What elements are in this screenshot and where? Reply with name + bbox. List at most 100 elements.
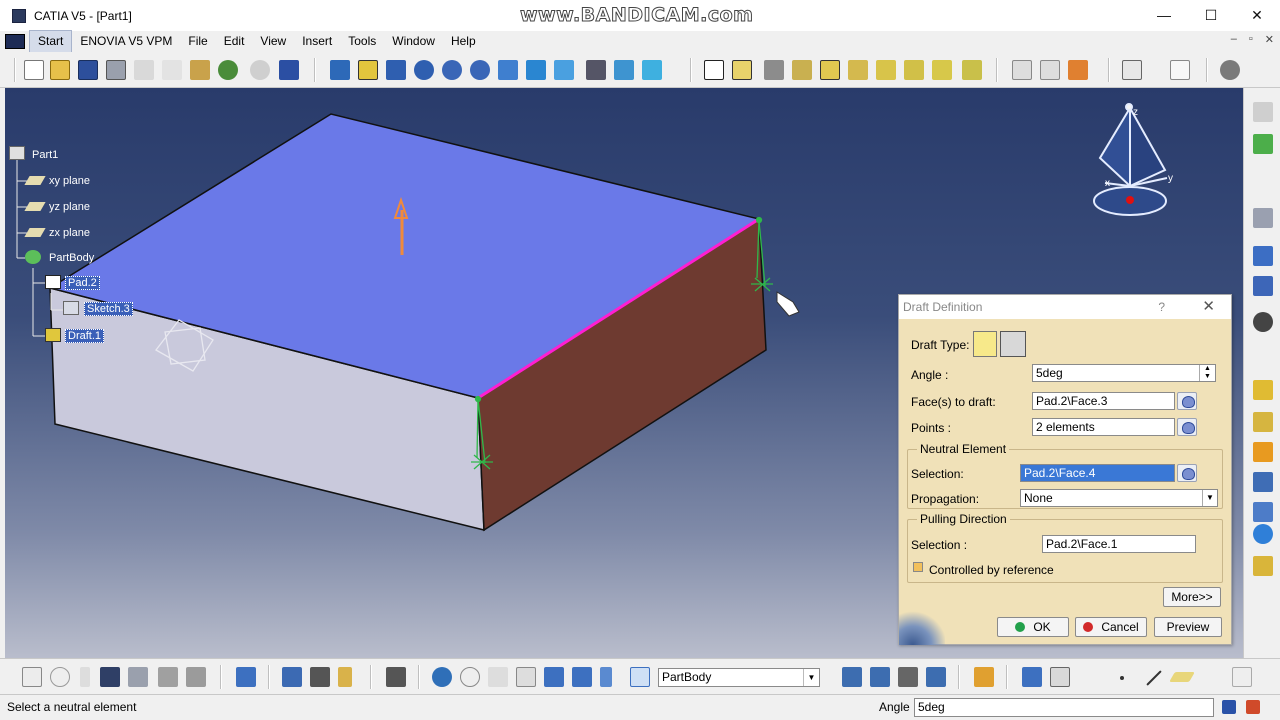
- pattern-icon[interactable]: [1253, 502, 1273, 522]
- apply-material-icon[interactable]: [974, 667, 994, 687]
- text-annotation-icon[interactable]: [1012, 60, 1032, 80]
- body-operations-icon[interactable]: [1253, 134, 1273, 154]
- faces-to-draft-field[interactable]: Pad.2\Face.3: [1032, 392, 1175, 410]
- mdi-close-button[interactable]: ✕: [1265, 33, 1274, 46]
- draft-type-variable-icon[interactable]: [1000, 331, 1026, 357]
- surface-icon[interactable]: [926, 667, 946, 687]
- catalog-icon[interactable]: [338, 667, 352, 687]
- pan-hand-icon[interactable]: [460, 667, 480, 687]
- sketch-tools-icon[interactable]: [572, 667, 592, 687]
- neutral-selection-field[interactable]: Pad.2\Face.4: [1020, 464, 1175, 482]
- mirror-icon[interactable]: [1253, 556, 1273, 576]
- ok-button[interactable]: OK: [997, 617, 1069, 637]
- status-icon-1[interactable]: [1222, 700, 1236, 714]
- print-icon[interactable]: [106, 60, 126, 80]
- tools-icon[interactable]: [310, 667, 330, 687]
- shaft-icon[interactable]: [792, 60, 812, 80]
- status-icon-2[interactable]: [1246, 700, 1260, 714]
- shell-icon[interactable]: [962, 60, 982, 80]
- menu-tools[interactable]: Tools: [340, 31, 384, 52]
- shading-icon[interactable]: [586, 60, 606, 80]
- copy-icon[interactable]: [162, 60, 182, 80]
- check-icon[interactable]: [186, 667, 206, 687]
- draft-angle-icon[interactable]: [932, 60, 952, 80]
- dimension-icon[interactable]: [1040, 60, 1060, 80]
- fly-mode-icon[interactable]: [330, 60, 350, 80]
- controlled-by-reference-checkbox[interactable]: [913, 562, 923, 572]
- relations-icon[interactable]: [128, 667, 148, 687]
- tree-item-pad2[interactable]: Pad.2: [65, 276, 100, 290]
- close-surface-icon[interactable]: [1253, 442, 1273, 462]
- table-icon[interactable]: [100, 667, 120, 687]
- chamfer-icon[interactable]: [904, 60, 924, 80]
- snap-value-icon[interactable]: [516, 667, 536, 687]
- measure-icon[interactable]: [1068, 60, 1088, 80]
- iso-view-icon[interactable]: [554, 60, 574, 80]
- comment-icon[interactable]: [50, 667, 70, 687]
- pocket-icon[interactable]: [764, 60, 784, 80]
- redo-icon[interactable]: [250, 60, 270, 80]
- menu-edit[interactable]: Edit: [216, 31, 253, 52]
- pad-icon[interactable]: [732, 60, 752, 80]
- sketcher-icon[interactable]: [704, 60, 724, 80]
- menu-help[interactable]: Help: [443, 31, 484, 52]
- normal-view-icon[interactable]: [498, 60, 518, 80]
- tree-item-zx-plane[interactable]: zx plane: [49, 227, 90, 239]
- remove-icon[interactable]: [898, 667, 918, 687]
- close-button[interactable]: ✕: [1237, 4, 1277, 26]
- capture-icon[interactable]: [386, 667, 406, 687]
- menu-insert[interactable]: Insert: [294, 31, 340, 52]
- gear-icon[interactable]: [1220, 60, 1240, 80]
- zoom-out-icon[interactable]: [470, 60, 490, 80]
- menu-file[interactable]: File: [180, 31, 215, 52]
- save-icon[interactable]: [78, 60, 98, 80]
- plane-icon[interactable]: [1169, 672, 1195, 682]
- pan-icon[interactable]: [386, 60, 406, 80]
- compass-reset-icon[interactable]: [488, 667, 508, 687]
- part-icon[interactable]: [9, 146, 25, 160]
- insert-body-icon[interactable]: [842, 667, 862, 687]
- whats-this-icon[interactable]: [279, 60, 299, 80]
- angle-spinner[interactable]: ▲ ▼: [1199, 365, 1215, 381]
- new-icon[interactable]: [24, 60, 44, 80]
- boolean-icon[interactable]: [870, 667, 890, 687]
- rotate-icon[interactable]: [414, 60, 434, 80]
- neutral-selector-icon[interactable]: [1177, 464, 1197, 482]
- faces-selector-icon[interactable]: [1177, 392, 1197, 410]
- thick-surface-icon[interactable]: [1253, 412, 1273, 432]
- propagation-select[interactable]: None: [1020, 489, 1218, 507]
- law-icon[interactable]: [158, 667, 178, 687]
- axis-icon[interactable]: [1253, 524, 1273, 544]
- chevron-down-icon[interactable]: ▼: [1202, 490, 1217, 506]
- cut-icon[interactable]: [134, 60, 154, 80]
- swap-space-icon[interactable]: [642, 60, 662, 80]
- more-button[interactable]: More>>: [1163, 587, 1221, 607]
- mdi-restore-button[interactable]: ▫: [1249, 33, 1253, 46]
- measure-between-icon[interactable]: [1050, 667, 1070, 687]
- menu-view[interactable]: View: [252, 31, 294, 52]
- menu-window[interactable]: Window: [384, 31, 443, 52]
- grid-pattern-icon[interactable]: [1253, 276, 1273, 296]
- maximize-button[interactable]: ☐: [1191, 4, 1231, 26]
- sketch-analysis-icon[interactable]: [1122, 60, 1142, 80]
- tree-item-sketch3[interactable]: Sketch.3: [84, 302, 133, 316]
- tree-root-part1[interactable]: Part1: [32, 149, 58, 161]
- multi-view-icon[interactable]: [526, 60, 546, 80]
- preview-button[interactable]: Preview: [1154, 617, 1222, 637]
- stack-icon[interactable]: [600, 667, 612, 687]
- dialog-close-button[interactable]: ✕: [1202, 295, 1215, 319]
- transform-icon[interactable]: [1253, 472, 1273, 492]
- knowledge-icon[interactable]: [80, 667, 90, 687]
- point-icon[interactable]: [1120, 676, 1124, 680]
- zoom-in-icon[interactable]: [442, 60, 462, 80]
- points-field[interactable]: 2 elements: [1032, 418, 1175, 436]
- refresh-icon[interactable]: [432, 667, 452, 687]
- chevron-down-icon[interactable]: ▼: [803, 669, 819, 686]
- hide-show-icon[interactable]: [614, 60, 634, 80]
- minimize-button[interactable]: —: [1144, 4, 1184, 26]
- offset-icon[interactable]: [544, 667, 564, 687]
- angle-input[interactable]: 5deg: [1032, 364, 1216, 382]
- update-icon[interactable]: [236, 667, 256, 687]
- plane-select-icon[interactable]: [630, 667, 650, 687]
- catia-menu-logo-icon[interactable]: [5, 34, 25, 49]
